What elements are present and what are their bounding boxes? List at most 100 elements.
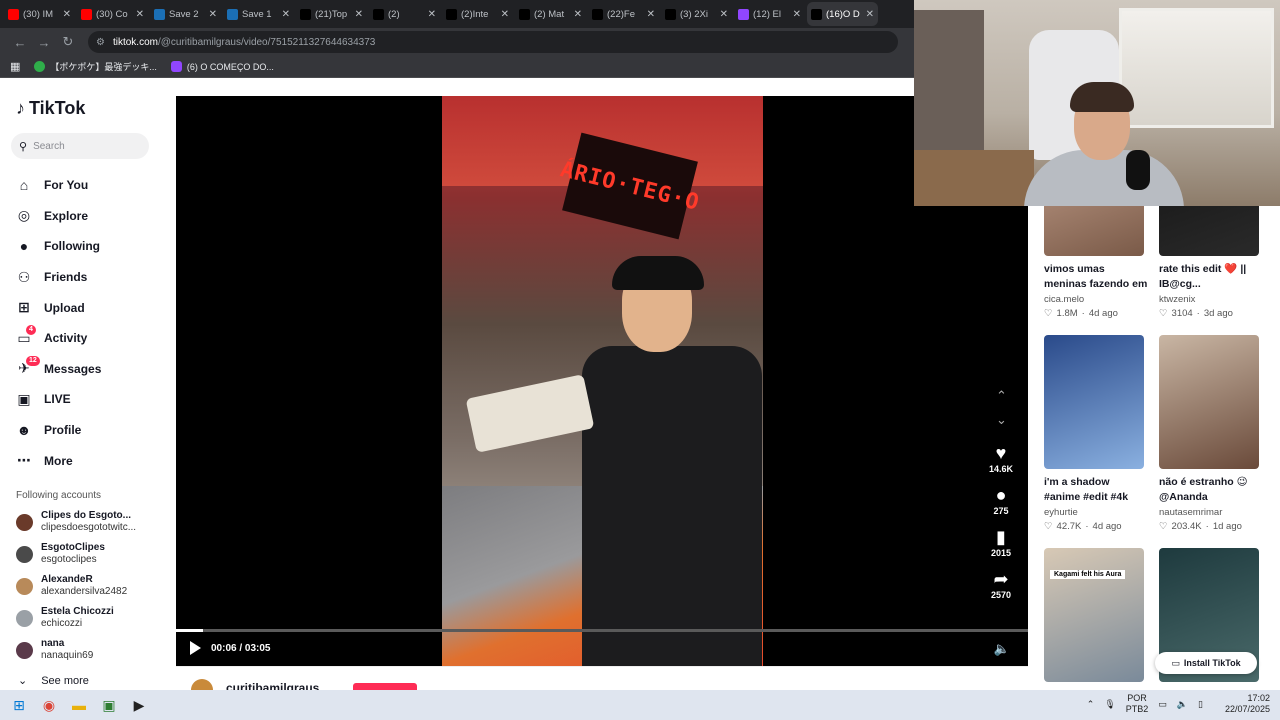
close-icon[interactable]: ✕: [282, 9, 290, 20]
apps-grid-icon[interactable]: ▦: [10, 60, 20, 73]
x-icon: [519, 8, 530, 20]
browser-tab[interactable]: (16)O D ✕: [807, 2, 878, 26]
close-icon[interactable]: ✕: [428, 9, 436, 20]
following-avatar-icon: ●: [19, 238, 29, 255]
clock[interactable]: 17:02 22/07/2025: [1225, 693, 1270, 715]
browser-tab[interactable]: Save 2 ✕: [150, 2, 221, 26]
recommended-video-card[interactable]: i'm a shadow #anime #edit #4k #120fps...…: [1044, 335, 1148, 532]
back-arrow-icon[interactable]: ←: [8, 35, 32, 50]
microphone-icon[interactable]: 🎙: [1104, 699, 1115, 710]
video-thumbnail[interactable]: [1159, 335, 1259, 469]
language-indicator[interactable]: POR PTB2: [1126, 693, 1149, 715]
video-player[interactable]: ÁRIO·TEG·O ⌃ ⌄ ♥ 14.6K ● 275 ▮ 2015 ➦ 25…: [176, 96, 1028, 666]
battery-icon[interactable]: ▯: [1198, 699, 1203, 710]
comment-button[interactable]: ● 275: [984, 484, 1018, 516]
nav-item-for-you[interactable]: ⌂ For You: [16, 170, 156, 201]
nav-item-profile[interactable]: ☻ Profile: [16, 415, 156, 446]
bookmarks-bar: ▦ 【ポケポケ】最強デッキ... (6) O COMEÇO DO...: [0, 56, 914, 78]
speaker-icon[interactable]: 🔈: [1177, 699, 1188, 710]
close-icon[interactable]: ✕: [63, 9, 71, 20]
nav-item-explore[interactable]: ◎ Explore: [16, 201, 156, 232]
following-account[interactable]: Clipes do Esgoto... clipesdoesgototwitc..…: [16, 510, 156, 534]
close-icon[interactable]: ✕: [793, 9, 801, 20]
chrome-icon[interactable]: ◉: [38, 694, 60, 716]
video-author[interactable]: eyhurtie: [1044, 507, 1148, 518]
video-thumbnail[interactable]: [1044, 335, 1144, 469]
close-icon[interactable]: ✕: [866, 9, 874, 20]
close-icon[interactable]: ✕: [647, 9, 655, 20]
video-author[interactable]: ktwzenix: [1159, 294, 1263, 305]
browser-tab[interactable]: (30) IM ✕: [4, 2, 75, 26]
nav-item-more[interactable]: ⋯ More: [16, 445, 156, 476]
site-info-icon[interactable]: ⚙: [96, 37, 105, 48]
close-icon[interactable]: ✕: [720, 9, 728, 20]
recommended-video-card[interactable]: rate this edit ❤️ || IB@cg... ktwzenix ♡ 31…: [1159, 206, 1263, 319]
install-tiktok-button[interactable]: ▭ Install TikTok: [1155, 652, 1257, 674]
share-button[interactable]: ➦ 2570: [984, 568, 1018, 600]
address-bar[interactable]: ⚙ tiktok.com/@curitibamilgraus/video/751…: [88, 31, 898, 53]
file-explorer-icon[interactable]: ▬: [68, 694, 90, 716]
lang-bottom: PTB2: [1125, 704, 1149, 714]
forward-arrow-icon[interactable]: →: [32, 35, 56, 50]
following-account[interactable]: nana nanaquin69: [16, 638, 156, 662]
media-player-icon[interactable]: ▶: [128, 694, 150, 716]
video-thumbnail[interactable]: [1044, 206, 1144, 256]
tiktok-logo[interactable]: ♪ TikTok: [16, 98, 85, 119]
browser-toolbar: ← → ↻ ⚙ tiktok.com/@curitibamilgraus/vid…: [0, 28, 914, 56]
following-account[interactable]: Estela Chicozzi echicozzi: [16, 606, 156, 630]
browser-tab[interactable]: (2)Inte ✕: [442, 2, 513, 26]
recommended-video-card[interactable]: não é estranho 😉 @Ananda nautasemrimar ♡ 20…: [1159, 335, 1263, 532]
browser-tab[interactable]: (3) 2Xi ✕: [661, 2, 732, 26]
video-thumbnail[interactable]: [1159, 206, 1259, 256]
recommended-video-card[interactable]: Kagami felt his Aura: [1044, 548, 1148, 682]
like-button[interactable]: ♥ 14.6K: [984, 442, 1018, 474]
following-account[interactable]: EsgotoClipes esgotoclipes: [16, 542, 156, 566]
tray-chevron-up-icon[interactable]: ⌃: [1087, 699, 1095, 710]
nav-item-messages[interactable]: ✈ 12 Messages: [16, 354, 156, 385]
chevron-down-icon[interactable]: ⌄: [996, 412, 1007, 428]
video-title[interactable]: rate this edit ❤️ || IB@cg...: [1159, 262, 1263, 292]
recommended-video-card[interactable]: vimos umas meninas fazendo em inglês ...…: [1044, 206, 1148, 319]
volume-icon[interactable]: 🔈: [994, 641, 1010, 657]
video-title[interactable]: i'm a shadow #anime #edit #4k #120fps...: [1044, 475, 1148, 505]
browser-tab[interactable]: (30) Co ✕: [77, 2, 148, 26]
browser-tab[interactable]: Save 1 ✕: [223, 2, 294, 26]
terminal-icon[interactable]: ▣: [98, 694, 120, 716]
reload-icon[interactable]: ↻: [56, 34, 80, 50]
browser-tab[interactable]: (22)Fe ✕: [588, 2, 659, 26]
network-icon[interactable]: ▭: [1158, 699, 1167, 710]
video-title[interactable]: não é estranho 😉 @Ananda: [1159, 475, 1263, 505]
nav-item-upload[interactable]: ⊞ Upload: [16, 292, 156, 323]
play-icon[interactable]: [190, 641, 201, 655]
browser-tab[interactable]: (2) Mat ✕: [515, 2, 586, 26]
video-thumbnail[interactable]: Kagami felt his Aura: [1044, 548, 1144, 682]
video-title[interactable]: vimos umas meninas fazendo em inglês ...: [1044, 262, 1148, 292]
comment-count: 275: [993, 506, 1009, 516]
following-account[interactable]: AlexandeR alexandersilva2482: [16, 574, 156, 598]
video-progress-bar[interactable]: [176, 629, 1028, 632]
video-author[interactable]: nautasemrimar: [1159, 507, 1263, 518]
browser-tab[interactable]: (21)Top ✕: [296, 2, 367, 26]
save-button[interactable]: ▮ 2015: [984, 526, 1018, 558]
bookmark-item[interactable]: 【ポケポケ】最強デッキ...: [34, 60, 157, 73]
chevron-up-icon[interactable]: ⌃: [996, 388, 1007, 404]
nav-item-activity[interactable]: ▭ 4 Activity: [16, 323, 156, 354]
nav-item-following[interactable]: ● Following: [16, 231, 156, 262]
browser-tab[interactable]: (12) El ✕: [734, 2, 805, 26]
close-icon[interactable]: ✕: [501, 9, 509, 20]
webcam-desk: [914, 150, 1034, 206]
close-icon[interactable]: ✕: [574, 9, 582, 20]
bookmark-item[interactable]: (6) O COMEÇO DO...: [170, 61, 274, 72]
nav-item-friends[interactable]: ⚇ Friends: [16, 262, 156, 293]
video-author[interactable]: cica.melo: [1044, 294, 1148, 305]
search-input[interactable]: ⚲ Search: [11, 133, 149, 159]
monitor-icon: ▭: [1171, 657, 1180, 668]
close-icon[interactable]: ✕: [136, 9, 144, 20]
video-frame[interactable]: ÁRIO·TEG·O: [442, 96, 763, 666]
see-more-button[interactable]: ⌄ See more: [18, 674, 89, 688]
browser-tab[interactable]: (2) ✕: [369, 2, 440, 26]
nav-item-live[interactable]: ▣ LIVE: [16, 384, 156, 415]
close-icon[interactable]: ✕: [209, 9, 217, 20]
windows-start-icon[interactable]: ⊞: [8, 694, 30, 716]
close-icon[interactable]: ✕: [355, 9, 363, 20]
